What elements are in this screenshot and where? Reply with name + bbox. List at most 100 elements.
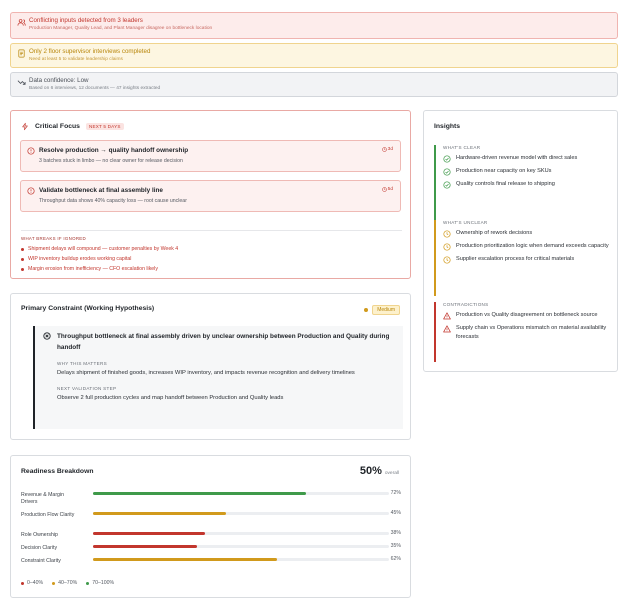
zap-icon [22,122,28,131]
contradictions-group: CONTRADICTIONS Production vs Quality dis… [434,302,609,362]
insight-text: Production near capacity on key SKUs [456,168,552,174]
check-circle-icon [443,168,451,176]
confidence-badge: Medium [364,305,400,315]
critical-focus-header: Critical Focus NEXT 5 DAYS [21,122,124,131]
critical-item-subtitle: 3 batches stuck in limbo — no clear owne… [39,158,183,164]
insight-item: Supply chain vs Operations mismatch on m… [443,324,609,342]
document-icon [18,49,25,58]
insights-card: Insights WHAT'S CLEAR Hardware-driven re… [423,110,618,372]
status-dot [364,308,369,312]
critical-item-subtitle: Throughput data shows 40% capacity loss … [39,198,187,204]
readiness-row-label: Constraint Clarity [21,558,61,564]
readiness-row: Revenue & Margin Drivers 72% [21,490,401,506]
insight-text: Supplier escalation process for critical… [456,256,575,262]
what-breaks-label: WHAT BREAKS IF IGNORED [21,236,86,241]
insight-text: Supply chain vs Operations mismatch on m… [456,325,607,340]
critical-item-handoff[interactable]: Resolve production → quality handoff own… [20,140,401,172]
critical-item-title: Validate bottleneck at final assembly li… [39,187,163,194]
next-step-text: Observe 2 full production cycles and map… [57,395,284,401]
legend-text: 40–70% [58,580,78,586]
readiness-row-value: 38% [390,530,401,536]
alert-circle-icon [27,187,35,195]
progress-track [93,512,389,515]
legend-dot [86,581,90,585]
readiness-row-label: Role Ownership [21,532,58,538]
whats-clear-label: WHAT'S CLEAR [443,145,481,150]
clock-icon [443,256,451,264]
readiness-row-value: 62% [390,556,401,562]
readiness-row-value: 72% [390,490,401,496]
insight-item: Supplier escalation process for critical… [443,255,609,264]
legend-text: 70–100% [92,580,115,586]
alert-subtitle: Production Manager, Quality Lead, and Pl… [29,26,213,31]
critical-item-bottleneck[interactable]: Validate bottleneck at final assembly li… [20,180,401,212]
check-circle-icon [443,155,451,163]
overall-percent: 50% [359,465,382,477]
critical-item-time: 3d [381,147,393,152]
whats-unclear-group: WHAT'S UNCLEAR Ownership of rework decis… [434,220,609,296]
readiness-breakdown-card: Readiness Breakdown 50% overall Revenue … [10,455,411,598]
contradictions-label: CONTRADICTIONS [443,302,489,307]
check-circle-icon [443,181,451,189]
insights-title: Insights [434,123,461,130]
medium-badge: Medium [372,305,400,315]
clock-icon [381,187,387,192]
progress-track [93,492,389,495]
insight-text: Production vs Quality disagreement on bo… [456,312,598,318]
critical-item-time-value: 3d [387,147,393,152]
overall-score: 50% overall [360,465,399,477]
legend-mid: 40–70% [52,580,77,586]
progress-fill [93,545,197,548]
readiness-row-value: 35% [390,543,401,549]
break-item: WIP inventory buildup erodes working cap… [21,254,402,264]
readiness-row-label: Production Flow Clarity [21,512,75,518]
bullet-dot [21,247,24,251]
progress-fill [93,558,277,561]
readiness-row: Role Ownership 38% [21,530,401,546]
bullet-dot [21,257,24,261]
legend-dot [21,581,24,585]
trend-down-icon [17,80,26,85]
users-icon [17,19,26,26]
alert-supervisor-interviews: Only 2 floor supervisor interviews compl… [10,43,618,68]
readiness-row: Constraint Clarity 62% [21,556,401,572]
readiness-row-value: 45% [390,510,401,516]
break-item: Margin erosion from inefficiency — CFO e… [21,264,402,274]
clock-icon [381,147,387,152]
whats-unclear-label: WHAT'S UNCLEAR [443,220,488,225]
readiness-row-label: Revenue & Margin Drivers [21,492,64,505]
bullet-dot [21,267,24,271]
insight-text: Quality controls final release to shippi… [456,181,555,187]
critical-item-time: 5d [381,187,393,192]
primary-constraint-card: Primary Constraint (Working Hypothesis) … [10,293,411,440]
alert-conflicting-inputs: Conflicting inputs detected from 3 leade… [10,12,618,39]
readiness-row-label: Decision Clarity [21,545,58,551]
primary-constraint-title: Primary Constraint (Working Hypothesis) [21,305,155,312]
whats-clear-group: WHAT'S CLEAR Hardware-driven revenue mod… [434,145,609,222]
insight-item: Production vs Quality disagreement on bo… [443,311,609,320]
insight-item: Quality controls final release to shippi… [443,180,609,189]
what-breaks-section: WHAT BREAKS IF IGNORED Shipment delays w… [21,230,402,274]
clock-icon [443,230,451,238]
legend-text: 0–40% [27,580,44,586]
alert-data-confidence: Data confidence: Low Based on 6 intervie… [10,72,618,97]
break-item: Shipment delays will compound — customer… [21,244,402,254]
why-matters-label: WHY THIS MATTERS [57,361,107,366]
readiness-title: Readiness Breakdown [21,468,94,475]
alert-title: Conflicting inputs detected from 3 leade… [29,17,143,24]
progress-track [93,558,389,561]
progress-fill [93,532,206,535]
legend-high: 70–100% [86,580,114,586]
critical-focus-title: Critical Focus [35,123,80,130]
readiness-legend: 0–40% 40–70% 70–100% [21,580,114,586]
alert-title: Only 2 floor supervisor interviews compl… [29,48,151,55]
alert-circle-icon [27,147,35,155]
progress-fill [93,492,307,495]
overall-label: overall [384,471,399,476]
progress-fill [93,512,227,515]
readiness-row: Production Flow Clarity 45% [21,510,401,526]
next-5-days-tag: NEXT 5 DAYS [85,123,124,130]
insight-item: Ownership of rework decisions [443,229,609,238]
critical-item-time-value: 5d [387,187,393,192]
alert-title: Data confidence: Low [29,77,89,84]
